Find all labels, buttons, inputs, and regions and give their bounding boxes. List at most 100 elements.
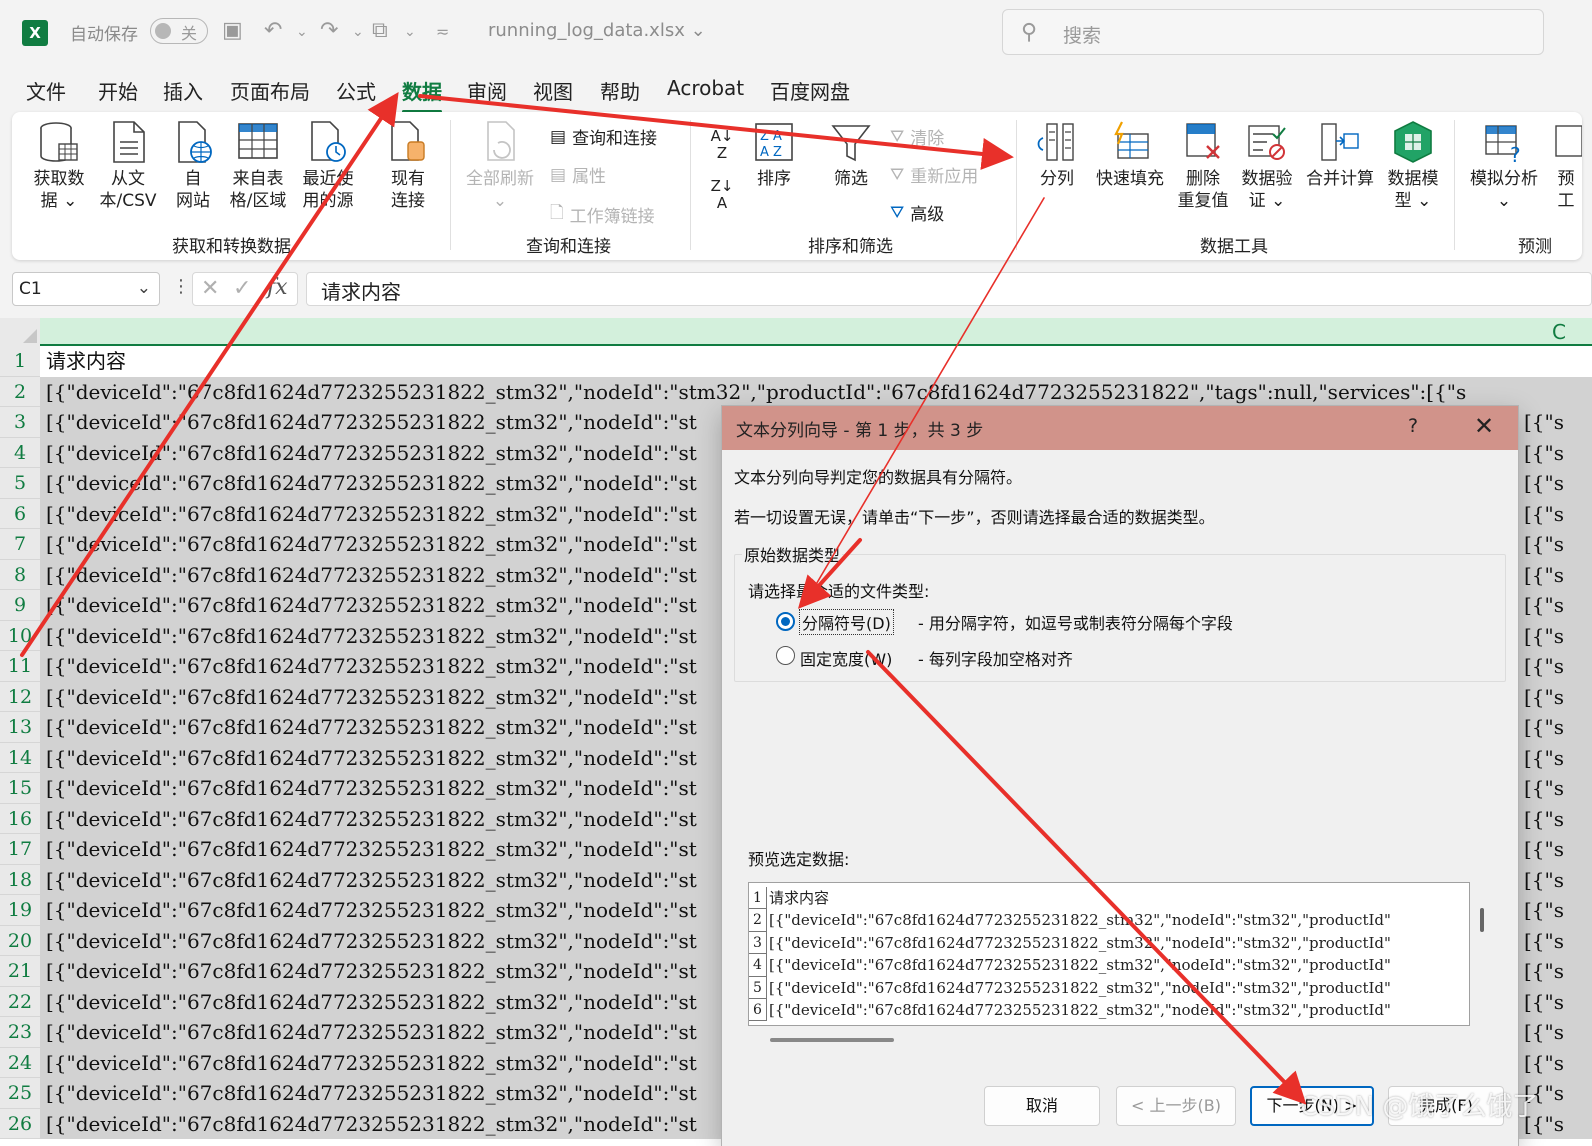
tab-file[interactable]: 文件 [26, 76, 66, 105]
delimited-option-label[interactable]: 分隔符号(D) [799, 609, 894, 635]
row-number[interactable]: 25 [0, 1078, 40, 1109]
advanced-filter-button[interactable]: ⛛ 高级 [890, 200, 944, 226]
undo-icon[interactable]: ↶ [264, 18, 282, 43]
queries-connections-button[interactable]: ▤ 查询和连接 [550, 124, 657, 150]
row-number[interactable]: 1 [0, 346, 40, 377]
tab-baidu-netdisk[interactable]: 百度网盘 [770, 76, 850, 105]
customize-qat-icon[interactable]: ≂ [436, 22, 449, 41]
cell-right-edge[interactable]: [{"s [1520, 437, 1592, 468]
consolidate-button[interactable]: 合并计算 [1302, 120, 1378, 190]
tab-insert[interactable]: 插入 [163, 76, 203, 105]
name-box[interactable]: C1 ⌄ [12, 272, 160, 306]
check-icon[interactable]: ✓ [233, 276, 251, 301]
row-number[interactable]: 7 [0, 529, 40, 560]
cell-right-edge[interactable]: [{"s [1520, 773, 1592, 804]
row-number[interactable]: 5 [0, 468, 40, 499]
row-number[interactable]: 11 [0, 651, 40, 682]
cell-right-edge[interactable]: [{"s [1520, 986, 1592, 1017]
close-icon[interactable]: ✕ [1474, 412, 1494, 440]
cell[interactable]: 请求内容 [40, 346, 1592, 377]
existing-connections-button[interactable]: 现有 连接 [376, 120, 440, 212]
row-number[interactable]: 16 [0, 803, 40, 834]
sort-button[interactable]: Z AA Z 排序 [750, 120, 798, 190]
row-number[interactable]: 17 [0, 834, 40, 865]
sort-descending-button[interactable]: Z↓ A [702, 178, 742, 212]
flash-fill-button[interactable]: 快速填充 [1092, 120, 1168, 190]
cell-right-edge[interactable]: [{"s [1520, 1017, 1592, 1048]
row-number[interactable]: 22 [0, 986, 40, 1017]
form-dropdown-icon[interactable]: ⌄ [404, 24, 416, 40]
help-button[interactable]: ? [1408, 415, 1418, 437]
data-model-button[interactable]: 数据模 型 ⌄ [1384, 120, 1442, 212]
delimited-radio[interactable] [776, 612, 795, 631]
formula-input[interactable]: 请求内容 [306, 272, 1592, 306]
redo-dropdown-icon[interactable]: ⌄ [352, 24, 364, 40]
cancel-icon[interactable]: ✕ [201, 276, 219, 301]
cell-right-edge[interactable]: [{"s [1520, 712, 1592, 743]
cell-right-edge[interactable]: [{"s [1520, 742, 1592, 773]
properties-button[interactable]: ▤ 属性 [550, 162, 606, 188]
cell-right-edge[interactable]: [{"s [1520, 468, 1592, 499]
from-text-csv-button[interactable]: 从文 本/CSV [96, 120, 160, 212]
data-validation-button[interactable]: 数据验 证 ⌄ [1238, 120, 1296, 212]
form-icon[interactable]: ⧉ [372, 18, 388, 43]
row-number[interactable]: 13 [0, 712, 40, 743]
tab-view[interactable]: 视图 [533, 76, 573, 105]
tab-help[interactable]: 帮助 [600, 76, 640, 105]
table-row[interactable]: 1 请求内容 [0, 346, 1592, 377]
document-title[interactable]: running_log_data.xlsx ⌄ [488, 20, 706, 41]
select-all-corner[interactable] [0, 318, 40, 346]
tab-formulas[interactable]: 公式 [336, 76, 376, 105]
row-number[interactable]: 24 [0, 1047, 40, 1078]
row-number[interactable]: 21 [0, 956, 40, 987]
remove-duplicates-button[interactable]: 删除 重复值 [1174, 120, 1232, 212]
preview-vertical-scrollbar[interactable] [1480, 908, 1484, 932]
cell-right-edge[interactable]: [{"s [1520, 529, 1592, 560]
cell-right-edge[interactable]: [{"s [1520, 1047, 1592, 1078]
cell-right-edge[interactable]: [{"s [1520, 498, 1592, 529]
text-to-columns-button[interactable]: 分列 [1030, 120, 1084, 190]
edit-links-button[interactable]: 🗋 工作簿链接 [550, 200, 655, 229]
get-data-button[interactable]: 获取数 据 ⌄ [28, 120, 90, 212]
cell-right-edge[interactable]: [{"s [1520, 895, 1592, 926]
forecast-sheet-button[interactable]: 预 工 [1550, 120, 1582, 212]
cell[interactable]: [{"deviceId":"67c8fd1624d7723255231822_s… [40, 376, 1592, 407]
from-web-button[interactable]: 自 网站 [166, 120, 220, 212]
row-number[interactable]: 26 [0, 1108, 40, 1139]
search-box[interactable]: ⚲ 搜索 [1002, 9, 1544, 55]
cell-right-edge[interactable]: [{"s [1520, 590, 1592, 621]
refresh-all-button[interactable]: 全部刷新 ⌄ [462, 120, 538, 212]
row-number[interactable]: 8 [0, 559, 40, 590]
more-options-icon[interactable]: ⋮ [172, 276, 190, 297]
undo-dropdown-icon[interactable]: ⌄ [296, 24, 308, 40]
row-number[interactable]: 14 [0, 742, 40, 773]
save-icon[interactable]: ▣ [222, 18, 243, 43]
cell-right-edge[interactable]: [{"s [1520, 620, 1592, 651]
row-number[interactable]: 3 [0, 407, 40, 438]
row-number[interactable]: 10 [0, 620, 40, 651]
cell-right-edge[interactable]: [{"s [1520, 956, 1592, 987]
cell-right-edge[interactable]: [{"s [1520, 864, 1592, 895]
row-number[interactable]: 2 [0, 376, 40, 407]
row-number[interactable]: 12 [0, 681, 40, 712]
row-number[interactable]: 19 [0, 895, 40, 926]
tab-data[interactable]: 数据 [402, 76, 442, 113]
fixed-width-radio[interactable] [776, 646, 795, 665]
row-number[interactable]: 6 [0, 498, 40, 529]
function-icon[interactable]: fx [267, 275, 288, 300]
row-number[interactable]: 9 [0, 590, 40, 621]
cancel-button[interactable]: 取消 [984, 1086, 1100, 1126]
tab-review[interactable]: 审阅 [467, 76, 507, 105]
tab-home[interactable]: 开始 [98, 76, 138, 105]
row-number[interactable]: 15 [0, 773, 40, 804]
data-preview[interactable]: 1 请求内容 2 [{"deviceId":"67c8fd1624d772325523… [748, 882, 1470, 1026]
row-number[interactable]: 20 [0, 925, 40, 956]
cell-right-edge[interactable]: [{"s [1520, 651, 1592, 682]
cell-right-edge[interactable]: [{"s [1520, 559, 1592, 590]
tab-page-layout[interactable]: 页面布局 [230, 76, 310, 105]
from-table-button[interactable]: 来自表 格/区域 [226, 120, 290, 212]
tab-acrobat[interactable]: Acrobat [667, 76, 744, 100]
recent-sources-button[interactable]: 最近使 用的源 [296, 120, 360, 212]
cell-right-edge[interactable]: [{"s [1520, 681, 1592, 712]
back-button[interactable]: < 上一步(B) [1116, 1086, 1236, 1126]
